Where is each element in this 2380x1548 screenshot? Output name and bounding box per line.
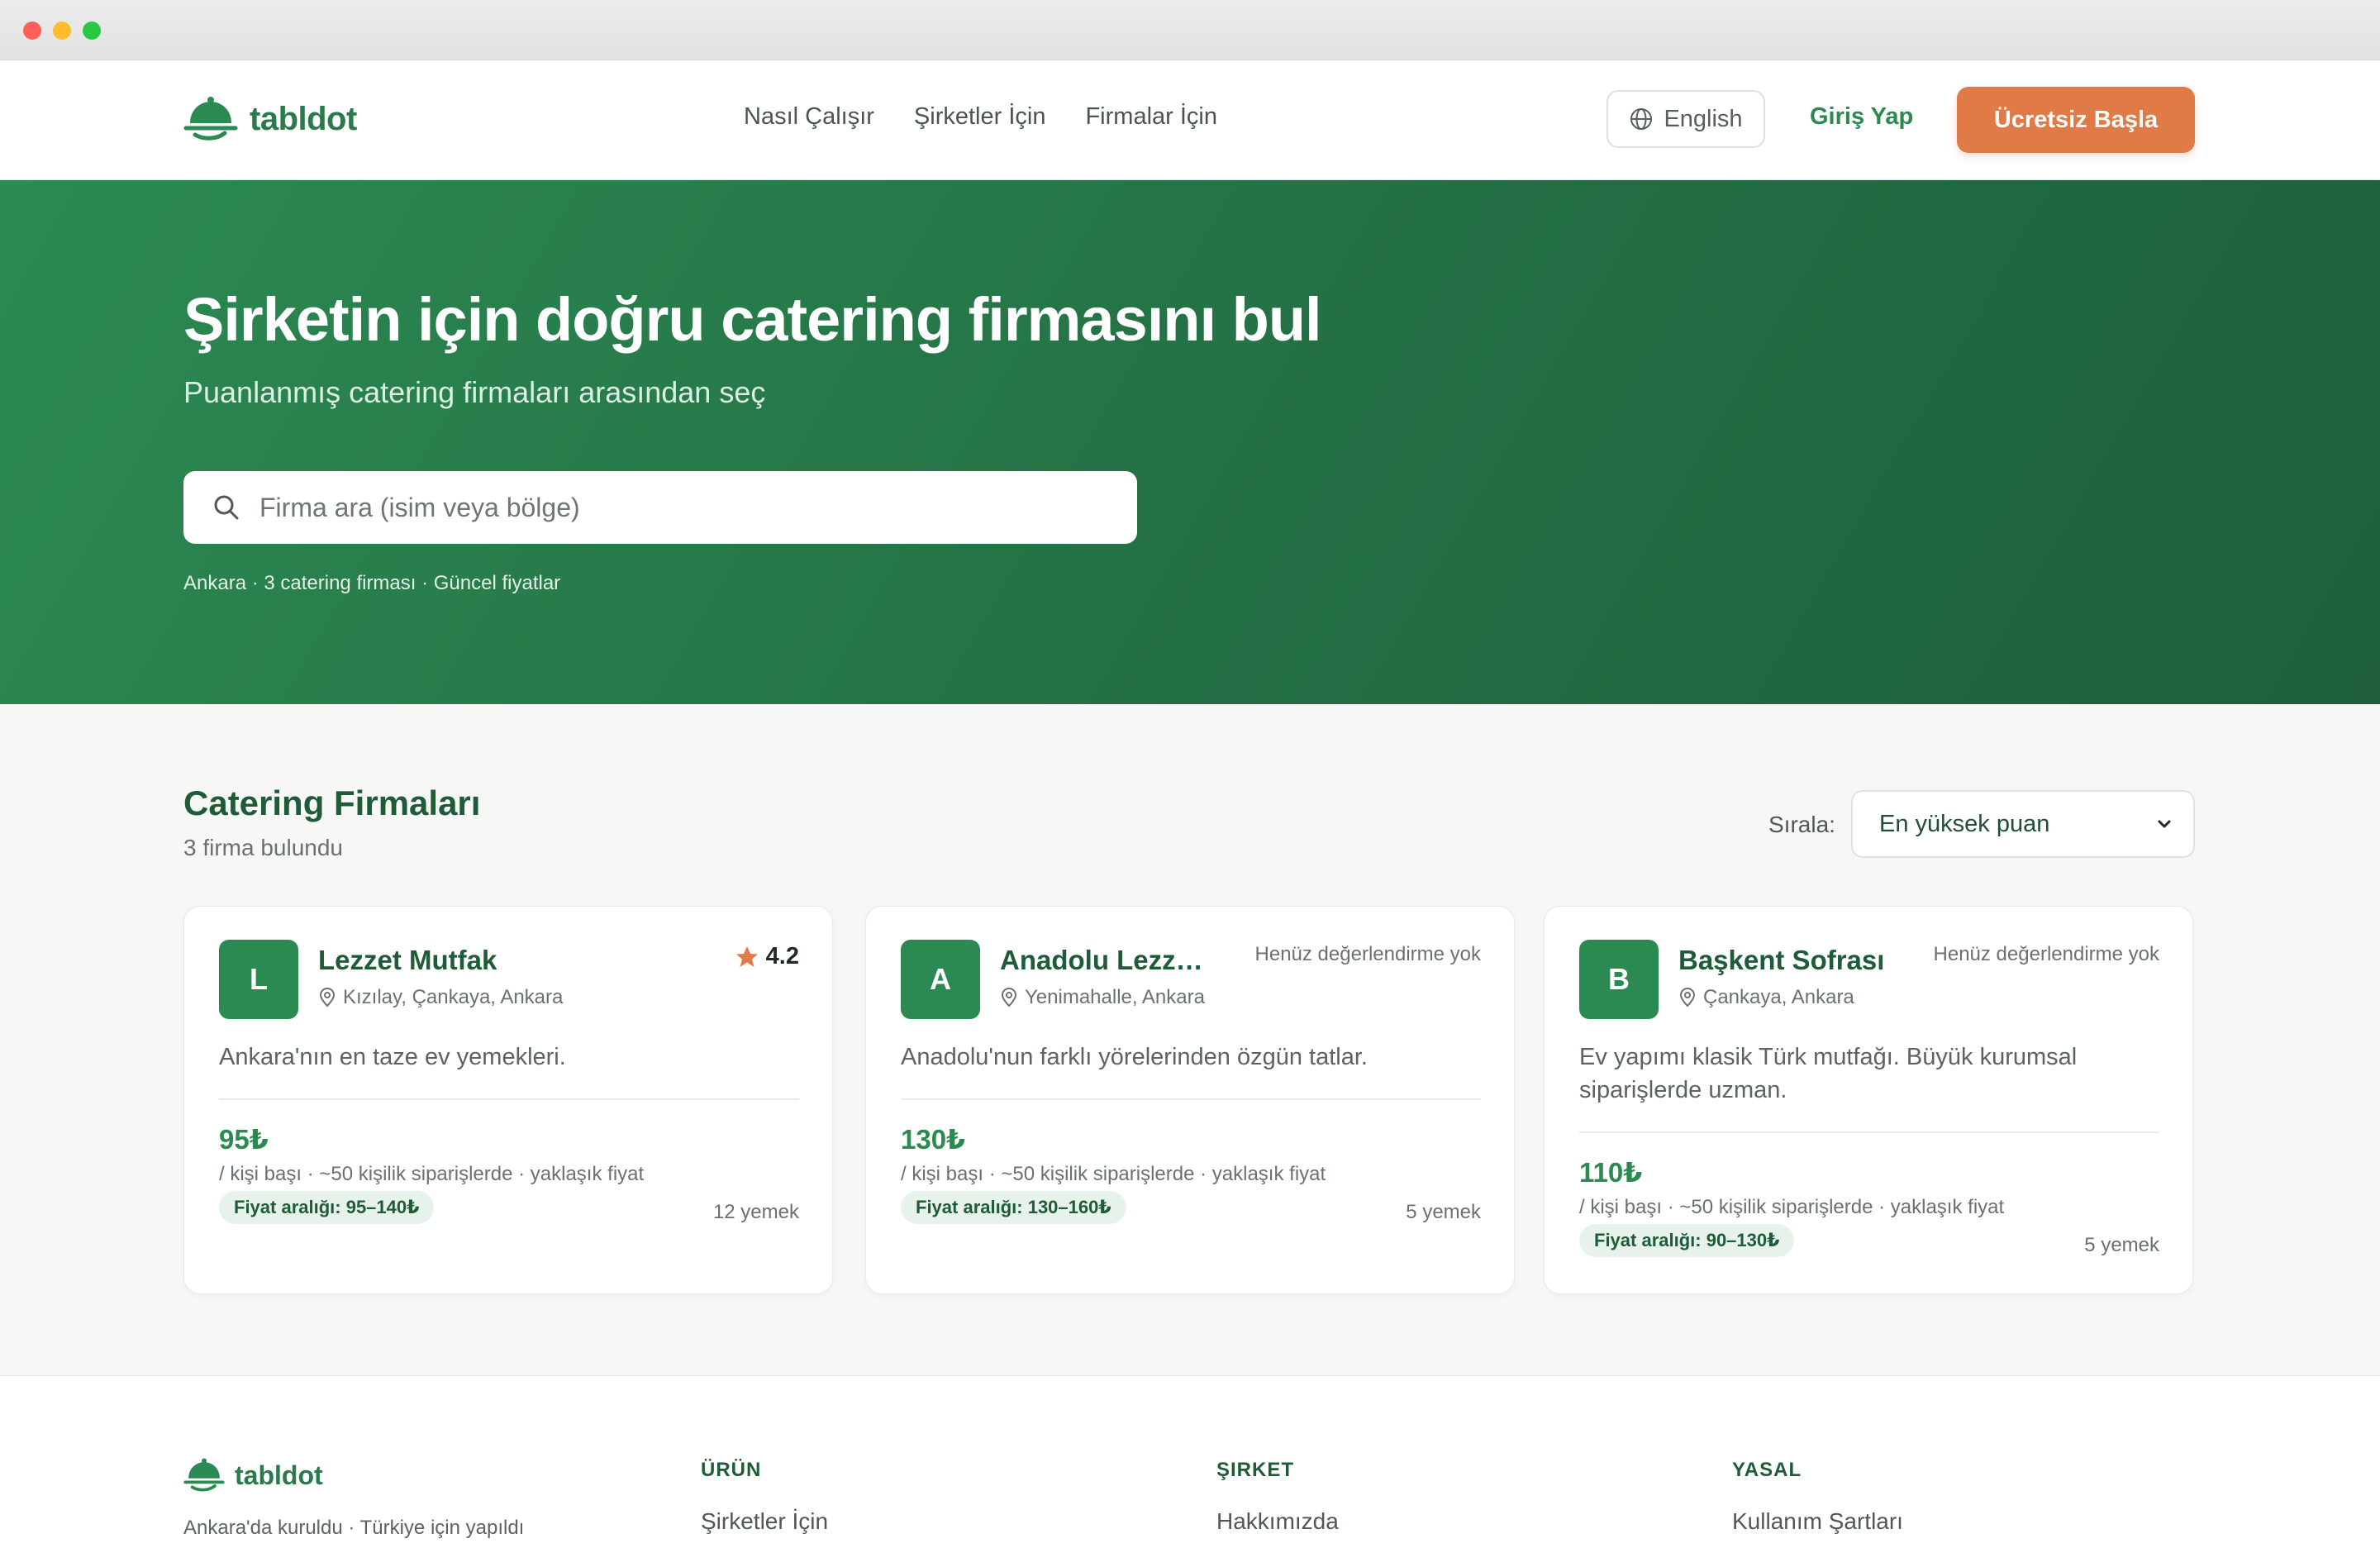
maximize-window-button[interactable] (83, 21, 101, 40)
logo-text: tabldot (250, 100, 357, 137)
caterer-location-text: Çankaya, Ankara (1703, 986, 1854, 1008)
location-pin-icon (1679, 988, 1696, 1007)
main-nav: Nasıl Çalışır Şirketler İçin Firmalar İç… (744, 103, 1217, 131)
chevron-down-icon (2158, 820, 2171, 828)
caterer-avatar: A (901, 940, 980, 1019)
price-unit: / kişi başı · ~50 kişilik siparişlerde ·… (901, 1163, 1326, 1185)
minimize-window-button[interactable] (53, 21, 71, 40)
hero-meta: Ankara · 3 catering firması · Güncel fiy… (183, 572, 561, 594)
caterer-description: Ev yapımı klasik Türk mutfağı. Büyük kur… (1579, 1044, 2078, 1103)
card-divider (219, 1098, 799, 1100)
price-range-badge: Fiyat aralığı: 90–130₺ (1579, 1224, 1795, 1257)
caterer-avatar: L (219, 940, 298, 1019)
caterer-location-text: Kızılay, Çankaya, Ankara (343, 986, 564, 1008)
search-input[interactable] (259, 492, 1086, 523)
footer-link-for-companies[interactable]: Şirketler İçin (701, 1508, 828, 1535)
hero-section: Şirketin için doğru catering firmasını b… (0, 180, 2380, 704)
nav-link-how-it-works[interactable]: Nasıl Çalışır (744, 103, 874, 131)
sort-label: Sırala: (1768, 812, 1835, 837)
caterer-name[interactable]: Başkent Sofrası (1678, 945, 1884, 976)
close-window-button[interactable] (23, 21, 41, 40)
sort-value: En yüksek puan (1879, 810, 2050, 837)
no-rating-label: Henüz değerlendirme yok (1254, 943, 1481, 965)
nav-link-for-caterers[interactable]: Firmalar İçin (1085, 103, 1217, 131)
hero-subtitle: Puanlanmış catering firmaları arasından … (183, 375, 766, 409)
footer-link-terms[interactable]: Kullanım Şartları (1732, 1508, 1903, 1535)
location-pin-icon (1001, 988, 1017, 1007)
search-box[interactable] (183, 471, 1137, 544)
sort-select[interactable]: En yüksek puan (1851, 790, 2195, 858)
footer-column-company: ŞIRKET Hakkımızda (1216, 1459, 1339, 1535)
logo-cloche-icon (183, 97, 238, 141)
caterer-location-text: Yenimahalle, Ankara (1025, 986, 1205, 1008)
login-link[interactable]: Giriş Yap (1810, 103, 1913, 131)
caterer-price: 130₺ (901, 1124, 966, 1155)
footer-column-legal: YASAL Kullanım Şartları (1732, 1459, 1903, 1535)
search-icon (214, 495, 239, 520)
card-divider (901, 1098, 1481, 1100)
section-title: Catering Firmaları (183, 784, 481, 822)
footer-heading: ÜRÜN (701, 1459, 762, 1481)
window-titlebar (0, 0, 2380, 60)
language-button[interactable]: English (1606, 90, 1765, 148)
price-range-badge: Fiyat aralığı: 130–160₺ (901, 1191, 1126, 1224)
caterer-location: Çankaya, Ankara (1678, 986, 1854, 1009)
caterer-location: Kızılay, Çankaya, Ankara (318, 986, 563, 1009)
price-unit: / kişi başı · ~50 kişilik siparişlerde ·… (1579, 1196, 2005, 1218)
dish-count: 12 yemek (712, 1201, 799, 1223)
price-unit: / kişi başı · ~50 kişilik siparişlerde ·… (219, 1163, 645, 1185)
caterer-avatar: B (1579, 940, 1659, 1019)
globe-icon (1630, 108, 1653, 130)
card-divider (1579, 1131, 2159, 1133)
footer-tagline: Ankara'da kuruldu · Türkiye için yapıldı (183, 1517, 525, 1539)
caterer-location: Yenimahalle, Ankara (1000, 986, 1205, 1009)
footer-heading: ŞIRKET (1216, 1459, 1295, 1481)
footer-logo[interactable]: tabldot (183, 1457, 323, 1493)
site-header: tabldot Nasıl Çalışır Şirketler İçin Fir… (0, 60, 2380, 180)
footer-logo-text: tabldot (235, 1460, 323, 1490)
footer-column-product: ÜRÜN Şirketler İçin (701, 1459, 828, 1535)
caterer-price: 95₺ (219, 1124, 269, 1155)
caterer-card-lezzet-mutfak[interactable]: L Lezzet Mutfak Kızılay, Çankaya, Ankara… (183, 906, 833, 1294)
language-label: English (1664, 105, 1743, 132)
nav-link-for-companies[interactable]: Şirketler İçin (914, 103, 1046, 131)
no-rating-label: Henüz değerlendirme yok (1933, 943, 2159, 965)
logo-cloche-icon (183, 1458, 225, 1492)
results-count: 3 firma bulundu (183, 835, 344, 860)
caterer-card-baskent-sofrasi[interactable]: B Başkent Sofrası Çankaya, Ankara Henüz … (1544, 906, 2193, 1294)
rating-value: 4.2 (765, 943, 799, 969)
dish-count: 5 yemek (2084, 1234, 2159, 1256)
star-icon (735, 945, 758, 967)
footer-link-about[interactable]: Hakkımızda (1216, 1508, 1339, 1535)
price-range-badge: Fiyat aralığı: 95–140₺ (219, 1191, 435, 1224)
location-pin-icon (319, 988, 336, 1007)
footer-heading: YASAL (1732, 1459, 1802, 1481)
site-footer: tabldot Ankara'da kuruldu · Türkiye için… (0, 1375, 2380, 1548)
caterer-description: Ankara'nın en taze ev yemekleri. (219, 1044, 566, 1070)
caterer-rating: 4.2 (735, 943, 799, 970)
caterer-card-anadolu-lezzetleri[interactable]: A Anadolu Lezzetleri Yenimahalle, Ankara… (865, 906, 1515, 1294)
caterer-price: 110₺ (1579, 1157, 1643, 1188)
dish-count: 5 yemek (1406, 1201, 1481, 1223)
caterer-description: Anadolu'nun farklı yörelerinden özgün ta… (901, 1044, 1368, 1070)
caterer-name[interactable]: Lezzet Mutfak (318, 945, 497, 976)
caterer-name[interactable]: Anadolu Lezzetleri (1000, 945, 1216, 976)
logo-link[interactable]: tabldot (183, 95, 357, 143)
hero-title: Şirketin için doğru catering firmasını b… (183, 285, 1322, 354)
get-started-button[interactable]: Ücretsiz Başla (1957, 87, 2195, 153)
